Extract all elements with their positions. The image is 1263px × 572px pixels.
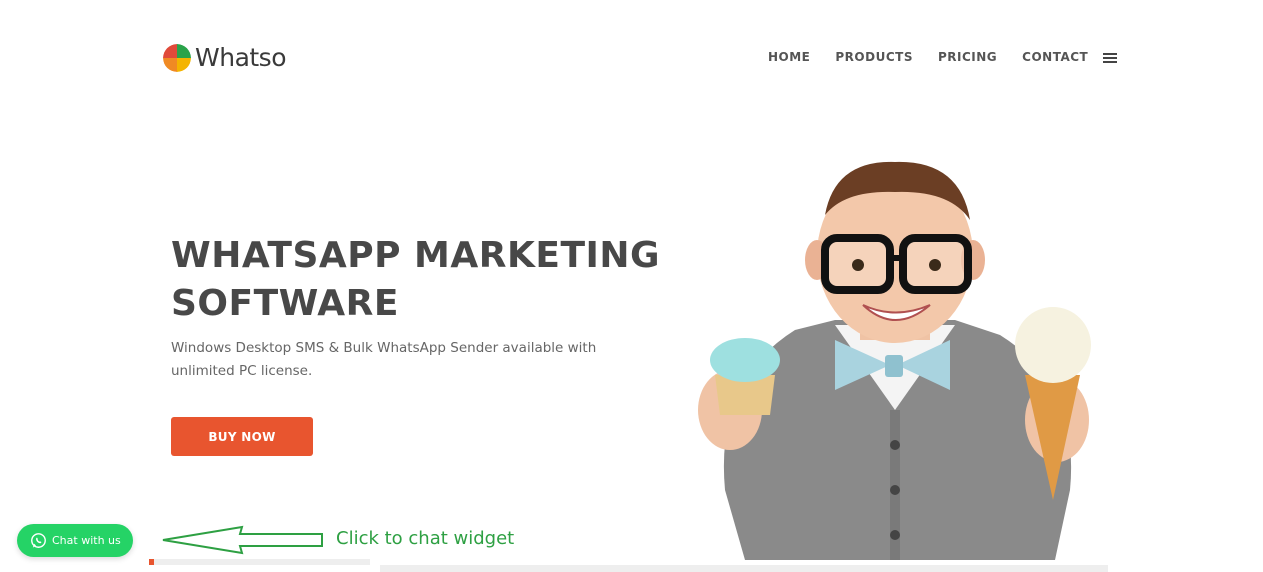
logo-icon [163, 43, 191, 72]
hamburger-menu-icon[interactable] [1103, 53, 1117, 63]
nav-pricing[interactable]: PRICING [938, 50, 997, 64]
section-divider-right [380, 565, 1108, 572]
hero-subtitle: Windows Desktop SMS & Bulk WhatsApp Send… [171, 340, 597, 379]
hero-title-line2: SOFTWARE [171, 283, 399, 324]
main-nav: HOME PRODUCTS PRICING CONTACT [768, 50, 1113, 64]
nav-home[interactable]: HOME [768, 50, 810, 64]
logo-text: Whatso [195, 43, 287, 72]
whatsapp-icon [31, 533, 46, 548]
nav-products[interactable]: PRODUCTS [835, 50, 913, 64]
hero-title-line1: WHATSAPP MARKETING [171, 235, 661, 276]
annotation-label: Click to chat widget [336, 528, 515, 549]
chat-with-us-button[interactable]: Chat with us [17, 524, 133, 557]
chat-widget-label: Chat with us [52, 534, 121, 547]
section-divider-left [149, 559, 370, 565]
section-accent [149, 559, 154, 565]
hero-image [685, 160, 1105, 565]
buy-now-button[interactable]: BUY NOW [171, 417, 313, 456]
arrow-left-icon [162, 525, 323, 555]
site-logo[interactable]: Whatso [163, 43, 287, 72]
hero-title: WHATSAPP MARKETING SOFTWARE [171, 232, 691, 328]
nav-contact[interactable]: CONTACT [1022, 50, 1088, 64]
